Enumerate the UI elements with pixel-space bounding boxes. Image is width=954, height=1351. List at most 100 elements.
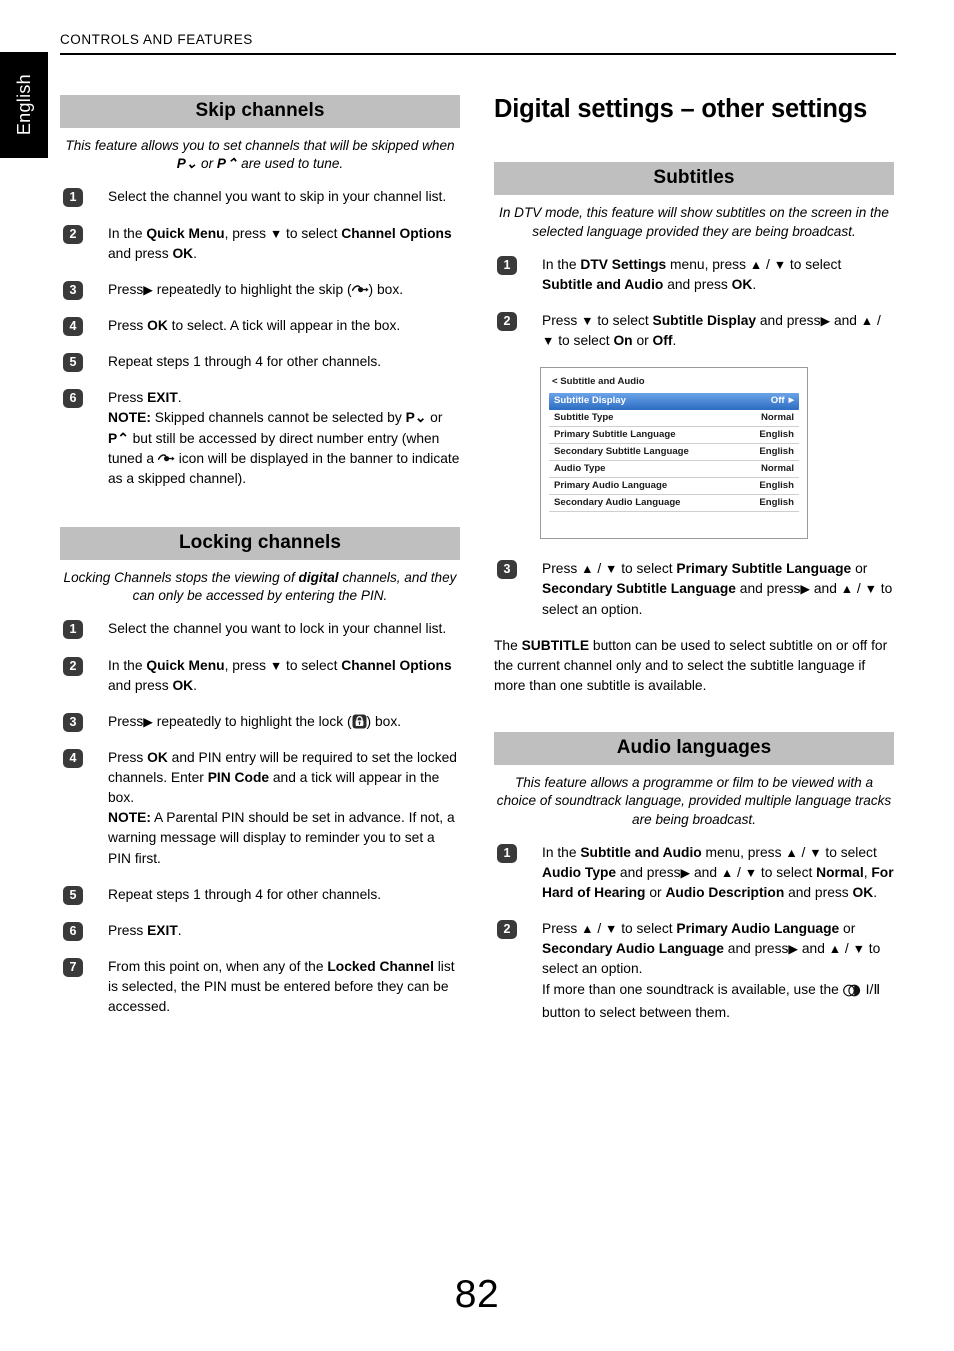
right-arrow-icon: ▶ [788,942,799,957]
step-badge: 2 [63,656,83,676]
section-heading-audio-languages: Audio languages [494,732,894,766]
step-badge: 5 [63,885,83,905]
tv-menu-row-subtitle-type[interactable]: Subtitle Type Normal [549,410,799,428]
step-text: From this point on, when any of the Lock… [108,959,455,1015]
tv-menu-row-audio-type[interactable]: Audio Type Normal [549,461,799,479]
step-item: 2 Press ▲ / ▼ to select Primary Audio La… [494,919,894,1023]
tv-menu-row-primary-subtitle-language[interactable]: Primary Subtitle Language English [549,427,799,445]
section-intro-locking-channels: Locking Channels stops the viewing of di… [63,569,457,604]
up-arrow-icon: ▲ [581,562,594,577]
tv-menu-row-label: Primary Audio Language [554,480,668,492]
step-item: 2 In the Quick Menu, press ▼ to select C… [60,224,460,264]
up-arrow-icon: ▲ [828,942,842,957]
step-item: 5 Repeat steps 1 through 4 for other cha… [60,885,460,905]
tv-menu-row-label: Secondary Subtitle Language [554,446,689,458]
step-badge: 1 [63,188,83,208]
down-arrow-icon: ▼ [604,562,618,577]
tv-menu-row-label: Subtitle Display [554,395,626,407]
step-text: Repeat steps 1 through 4 for other chann… [108,354,382,370]
step-text: In the Quick Menu, press ▼ to select Cha… [108,657,452,693]
down-arrow-icon: ▼ [604,922,618,937]
step-item: 4 Press OK and PIN entry will be require… [60,748,460,869]
skip-icon [351,281,369,293]
tv-menu-row-secondary-audio-language[interactable]: Secondary Audio Language English [549,495,799,513]
step-text: Press ▲ / ▼ to select Primary Subtitle L… [542,561,893,617]
right-arrow-icon: ▶ [143,282,153,297]
up-arrow-icon: ▲ [749,257,763,272]
step-badge: 4 [63,316,83,336]
up-arrow-icon: ▲ [840,582,854,597]
lock-icon [352,714,367,729]
step-badge: 2 [497,312,517,331]
tv-menu-row-value: Off [770,395,785,407]
down-arrow-icon: ▼ [864,582,877,597]
page-number: 82 [454,1273,500,1316]
tv-menu-screenshot: < Subtitle and Audio Subtitle Display Of… [540,367,808,540]
up-arrow-icon: ▲ [581,922,594,937]
step-item: 4 Press OK to select. A tick will appear… [60,316,460,336]
step-item: 3 Press ▲ / ▼ to select Primary Subtitle… [494,559,894,619]
tv-menu-row-value: Normal [760,463,794,475]
down-arrow-icon: ▼ [744,865,758,880]
subtitles-closing-paragraph: The SUBTITLE button can be used to selec… [494,637,888,693]
section-intro-subtitles: In DTV mode, this feature will show subt… [499,205,889,239]
right-arrow-icon: ▶ [143,714,153,729]
tv-menu-row-secondary-subtitle-language[interactable]: Secondary Subtitle Language English [549,444,799,462]
step-badge: 3 [497,560,517,580]
skip-icon [157,450,175,461]
step-item: 3 Press▶ repeatedly to highlight the loc… [60,712,460,732]
tv-menu-row-label: Subtitle Type [554,412,614,424]
step-item: 1 Select the channel you want to lock in… [60,619,460,640]
up-arrow-icon: ▲ [720,865,734,880]
page-title: Digital settings – other settings [494,95,868,123]
tv-menu-row-subtitle-display[interactable]: Subtitle Display Off ▶ [549,393,799,411]
step-item: 7 From this point on, when any of the Lo… [60,957,460,1017]
step-item: 2 In the Quick Menu, press ▼ to select C… [60,656,460,696]
tv-menu-row-label: Audio Type [554,463,606,475]
step-item: 6 Press EXIT. [60,921,460,941]
step-text: Press EXIT. [108,922,182,938]
step-item: 6 Press EXIT. NOTE: Skipped channels can… [60,388,460,489]
down-arrow-icon: ▼ [269,658,283,673]
tv-menu-row-label: Secondary Audio Language [554,497,681,509]
step-text: Press▶ repeatedly to highlight the skip … [108,281,404,297]
step-badge: 5 [63,353,83,373]
tv-menu-row-value-group: Off ▶ [771,395,794,406]
up-arrow-icon: ▲ [860,314,874,328]
down-arrow-icon: ▼ [852,942,865,957]
step-badge: 2 [497,920,517,940]
step-badge: 1 [63,620,83,640]
chevron-right-icon: ▶ [788,397,794,405]
language-tab-label: English [13,74,34,136]
step-text: Press▶ repeatedly to highlight the lock … [108,713,402,729]
step-text: Press OK to select. A tick will appear i… [108,317,401,333]
step-note: If more than one soundtrack is available… [542,981,881,1020]
up-arrow-icon: ▲ [785,845,798,860]
step-item: 2 Press ▼ to select Subtitle Display and… [494,311,894,351]
tv-menu-row-primary-audio-language[interactable]: Primary Audio Language English [549,478,799,496]
down-arrow-icon: ▼ [581,314,594,328]
step-badge: 3 [63,712,83,732]
down-arrow-icon: ▼ [542,334,555,349]
step-badge: 2 [63,224,83,244]
step-item: 1 Select the channel you want to skip in… [60,187,460,208]
tv-menu-row-value: English [759,497,794,509]
right-arrow-icon: ▶ [820,314,831,328]
step-badge: 7 [63,958,83,978]
tv-menu-row-value: English [759,429,794,441]
step-text: Press EXIT. [108,390,182,406]
step-text: Press ▲ / ▼ to select Primary Audio Lang… [542,921,881,977]
step-badge: 1 [497,255,517,275]
step-badge: 4 [63,748,83,768]
right-arrow-icon: ▶ [680,865,691,880]
tv-menu-row-value: English [759,446,794,458]
step-item: 1 In the Subtitle and Audio menu, press … [494,843,894,903]
step-item: 1 In the DTV Settings menu, press ▲ / ▼ … [494,255,894,295]
step-badge: 3 [63,280,83,300]
section-heading-skip-channels: Skip channels [60,95,460,128]
step-text: Select the channel you want to lock in y… [108,621,447,637]
step-item: 3 Press▶ repeatedly to highlight the ski… [60,280,460,300]
step-text: In the Subtitle and Audio menu, press ▲ … [542,844,894,901]
